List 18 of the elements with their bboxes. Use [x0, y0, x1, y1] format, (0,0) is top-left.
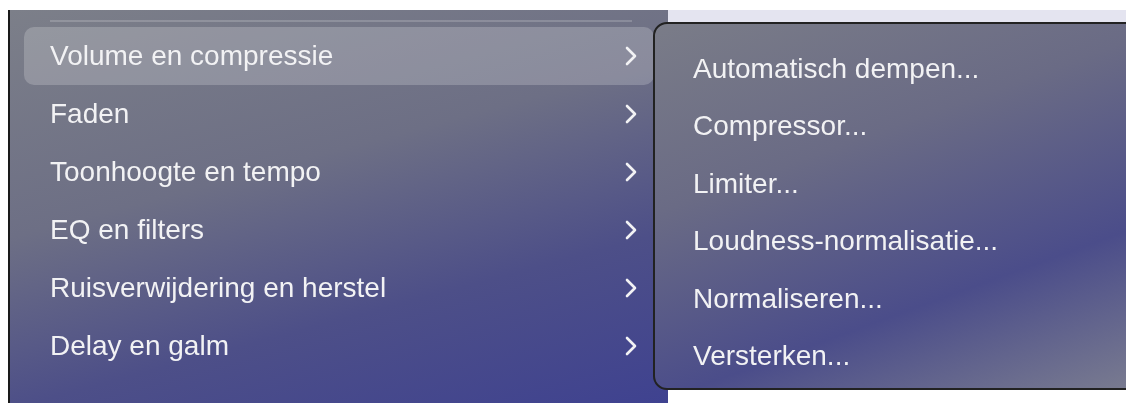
menu-item[interactable]: Ruisverwijdering en herstel: [24, 259, 654, 317]
menu-item[interactable]: Toonhoogte en tempo: [24, 143, 654, 201]
chevron-right-icon: [624, 219, 638, 241]
submenu-item[interactable]: Automatisch dempen...: [693, 40, 1126, 98]
menu-item[interactable]: Volume en compressie: [24, 27, 654, 85]
submenu-item[interactable]: Compressor...: [693, 97, 1126, 155]
chevron-right-icon: [624, 277, 638, 299]
menu-item[interactable]: Delay en galm: [24, 317, 654, 375]
menu-item[interactable]: EQ en filters: [24, 201, 654, 259]
submenu-item[interactable]: Normaliseren...: [693, 270, 1126, 328]
submenu-item[interactable]: Limiter...: [693, 155, 1126, 213]
chevron-right-icon: [624, 335, 638, 357]
menu-item[interactable]: Faden: [24, 85, 654, 143]
chevron-right-icon: [624, 45, 638, 67]
chevron-right-icon: [624, 103, 638, 125]
submenu-item[interactable]: Versterken...: [693, 327, 1126, 385]
submenu-item[interactable]: Loudness-normalisatie...: [693, 212, 1126, 270]
chevron-right-icon: [624, 161, 638, 183]
